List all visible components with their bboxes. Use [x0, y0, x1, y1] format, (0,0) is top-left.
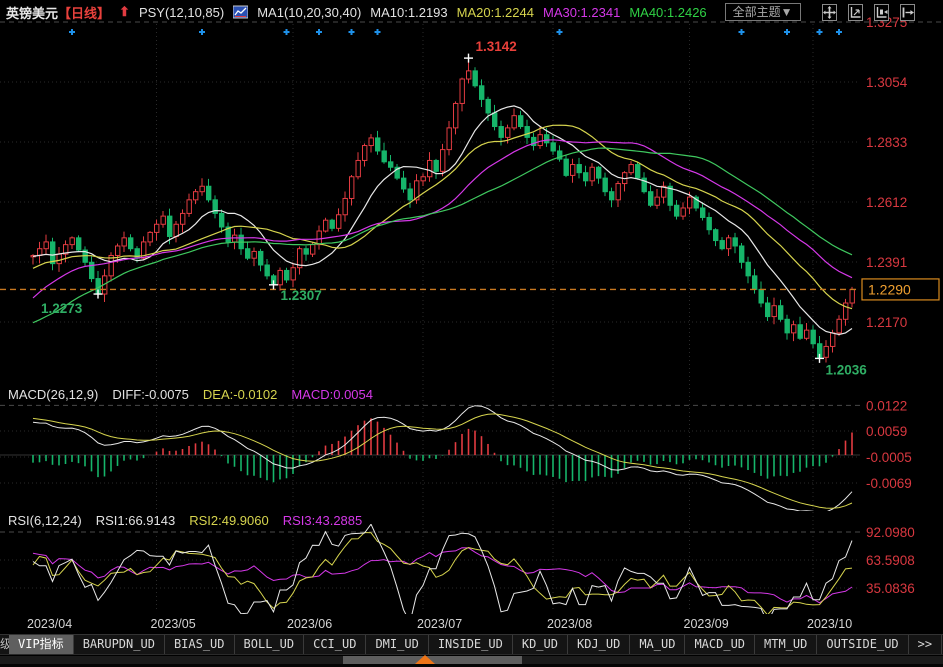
- macd-tick: 0.0059: [866, 424, 907, 439]
- rsi1-value: RSI1:66.9143: [96, 513, 176, 528]
- tab-bias-ud[interactable]: BIAS_UD: [165, 635, 235, 654]
- ma40-value: MA40:1.2426: [629, 5, 706, 20]
- tab-inside-ud[interactable]: INSIDE_UD: [429, 635, 513, 654]
- tab-mtm-ud[interactable]: MTM_UD: [755, 635, 817, 654]
- rsi3-value: RSI3:43.2885: [283, 513, 363, 528]
- macd-dea-value: DEA:-0.0102: [203, 387, 277, 402]
- symbol-name: 英镑美元: [6, 6, 58, 21]
- macd-tick: -0.0069: [866, 476, 912, 491]
- price-tick: 1.2391: [866, 255, 907, 270]
- rsi-tick: 35.0836: [866, 581, 915, 596]
- rsi2-value: RSI2:49.9060: [189, 513, 269, 528]
- macd-params: MACD(26,12,9): [8, 387, 98, 402]
- scrollbar-position-arrow[interactable]: [415, 655, 435, 664]
- top-header-bar: 英镑美元【日线】 ⬆ PSY(12,10,85) MA1(10,20,30,40…: [0, 0, 943, 24]
- date-label: 2023/10: [807, 617, 852, 631]
- tab-vip-[interactable]: VIP指标: [9, 635, 74, 654]
- clipped-tab[interactable]: 级: [0, 635, 9, 654]
- x-axis-labels: 2023/04 2023/05 2023/06 2023/07 2023/08 2023/…: [27, 617, 852, 631]
- tab-ma-ud[interactable]: MA_UD: [630, 635, 685, 654]
- axis-play-icon: [875, 6, 888, 19]
- theme-dropdown-button[interactable]: 全部主题▼: [725, 3, 801, 21]
- chart-thumbnail-icon: [233, 5, 248, 19]
- tab-barupdn-ud[interactable]: BARUPDN_UD: [74, 635, 165, 654]
- axis-zoom-icon: [849, 6, 862, 19]
- rsi-tick: 63.5908: [866, 553, 915, 568]
- date-label: 2023/04: [27, 617, 72, 631]
- ma10-value: MA10:1.2193: [370, 5, 447, 20]
- chart-canvas[interactable]: 1.22901.32751.30541.28331.26121.23911.21…: [0, 0, 943, 667]
- period-label: 【日线】: [58, 6, 110, 21]
- collapse-right-button[interactable]: [900, 4, 915, 21]
- ma30-value: MA30:1.2341: [543, 5, 620, 20]
- rsi-params: RSI(6,12,24): [8, 513, 82, 528]
- tab-cci-ud[interactable]: CCI_UD: [304, 635, 366, 654]
- macd-tick: 0.0122: [866, 398, 907, 413]
- date-label: 2023/06: [287, 617, 332, 631]
- tab-macd-ud[interactable]: MACD_UD: [685, 635, 755, 654]
- ma20-value: MA20:1.2244: [457, 5, 534, 20]
- price-tick: 1.2833: [866, 135, 907, 150]
- y-axis-labels: 1.32751.30541.28331.26121.23911.21700.01…: [866, 15, 915, 596]
- macd-header-row: MACD(26,12,9) DIFF:-0.0075 DEA:-0.0102 M…: [8, 387, 373, 402]
- ma10-path: [33, 106, 852, 335]
- annotation-1.2036: 1.2036: [826, 362, 868, 377]
- date-label: 2023/05: [151, 617, 196, 631]
- price-annotations: 1.2273 1.2307 1.3142 1.2036: [41, 39, 867, 377]
- annotation-1.3142: 1.3142: [476, 39, 517, 54]
- indicator-tab-bar: 级 VIP指标BARUPDN_UDBIAS_UDBOLL_UDCCI_UDDMI…: [0, 634, 943, 655]
- macd-plot: [33, 406, 852, 513]
- signal-markers: [69, 29, 842, 35]
- date-label: 2023/09: [684, 617, 729, 631]
- rsi-tick: 92.0980: [866, 525, 915, 540]
- axis-zoom-button[interactable]: [848, 4, 863, 21]
- up-arrow-icon: ⬆: [119, 4, 130, 20]
- tab-kdj-ud[interactable]: KDJ_UD: [568, 635, 630, 654]
- ma10-line: [33, 106, 852, 335]
- price-tick: 1.3054: [866, 75, 908, 90]
- date-label: 2023/08: [547, 617, 592, 631]
- tab--[interactable]: >>: [909, 635, 942, 654]
- candles-layer: [31, 58, 854, 362]
- macd-tick: -0.0005: [866, 450, 912, 465]
- tab-boll-ud[interactable]: BOLL_UD: [235, 635, 305, 654]
- price-tick: 1.2612: [866, 195, 907, 210]
- price-tick: 1.2170: [866, 315, 907, 330]
- collapse-right-icon: [901, 6, 914, 19]
- tab-kd-ud[interactable]: KD_UD: [513, 635, 568, 654]
- move-cross-icon: [823, 6, 836, 19]
- tab-dmi-ud[interactable]: DMI_UD: [366, 635, 428, 654]
- psy-indicator-label: PSY(12,10,85): [139, 5, 224, 20]
- annotation-1.2273: 1.2273: [41, 301, 83, 316]
- rsi-plot: [33, 524, 852, 622]
- current-price-text: 1.2290: [868, 281, 911, 297]
- macd-diff-value: DIFF:-0.0075: [112, 387, 189, 402]
- rsi1-line: [33, 524, 852, 622]
- date-label: 2023/07: [417, 617, 462, 631]
- rsi2-line: [33, 533, 852, 615]
- axis-play-button[interactable]: [874, 4, 889, 21]
- tab-outside-ud[interactable]: OUTSIDE_UD: [817, 635, 908, 654]
- pan-move-button[interactable]: [822, 4, 837, 21]
- annotation-1.2307: 1.2307: [281, 288, 322, 303]
- rsi-header-row: RSI(6,12,24) RSI1:66.9143 RSI2:49.9060 R…: [8, 513, 362, 528]
- ma-group-label: MA1(10,20,30,40): [257, 5, 361, 20]
- macd-macd-value: MACD:0.0054: [291, 387, 373, 402]
